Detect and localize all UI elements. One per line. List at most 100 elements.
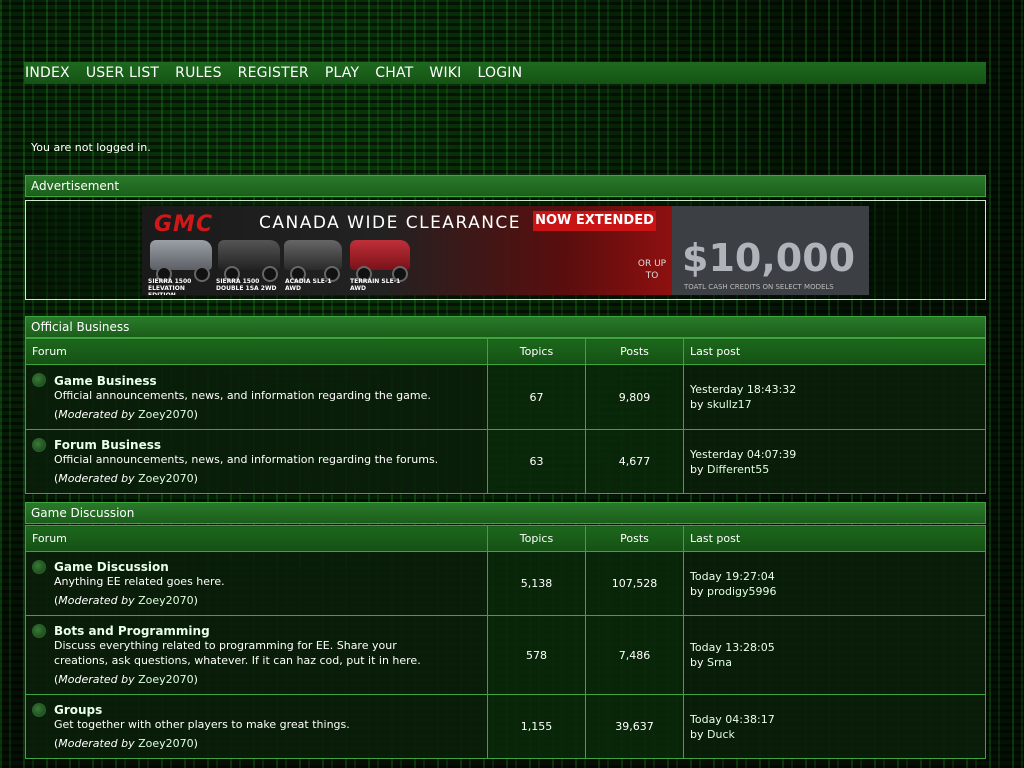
forum-description: Official announcements, news, and inform… — [54, 388, 431, 402]
topics-count: 1,155 — [487, 694, 586, 759]
last-post-date-link[interactable]: Today 13:28:05 — [690, 641, 775, 654]
table-row: Groups Get together with other players t… — [25, 694, 986, 759]
forum-moderators: (Moderated by Zoey2070) — [54, 407, 198, 421]
forum-info: Groups Get together with other players t… — [25, 694, 488, 759]
last-post-user-link[interactable]: skullz17 — [707, 398, 752, 411]
ad-or-up-to: OR UP TO — [637, 259, 667, 281]
ad-amount: $10,000 — [682, 236, 856, 280]
ad-brand-logo: GMC — [154, 212, 214, 237]
forum-name-link[interactable]: Game Discussion — [54, 560, 481, 574]
last-post-date-link[interactable]: Yesterday 18:43:32 — [690, 383, 796, 396]
nav-register[interactable]: REGISTER — [238, 65, 309, 81]
last-post-date-link[interactable]: Today 04:38:17 — [690, 713, 775, 726]
last-post-cell: Today 19:27:04 by prodigy5996 — [683, 551, 986, 616]
ad-model-label: ACADIA SLE-1 AWD — [285, 278, 332, 292]
section-header-official-business: Official Business — [25, 316, 986, 338]
forum-table-official-business: Forum Topics Posts Last post Game Busine… — [25, 338, 986, 494]
ad-model-label: TERRAIN SLE-1 AWD — [350, 278, 401, 292]
table-row: Game Discussion Anything EE related goes… — [25, 551, 986, 616]
last-post-cell: Yesterday 18:43:32 by skullz17 — [683, 364, 986, 430]
forum-moderators: (Moderated by Zoey2070) — [54, 472, 198, 485]
forum-description: Get together with other players to make … — [54, 718, 350, 731]
forum-description: Discuss everything related to programmin… — [54, 639, 421, 667]
posts-count: 107,528 — [585, 551, 684, 616]
forum-status-icon — [32, 624, 46, 638]
last-post-user-link[interactable]: prodigy5996 — [707, 585, 777, 598]
forum-table-game-discussion: Forum Topics Posts Last post Game Discus… — [25, 525, 986, 759]
forum-moderators: (Moderated by Zoey2070) — [54, 673, 198, 686]
column-forum: Forum — [25, 525, 488, 552]
last-post-by-label: by — [690, 727, 704, 741]
topics-count: 67 — [487, 364, 586, 430]
topics-count: 63 — [487, 429, 586, 494]
ad-badge: NOW EXTENDED — [533, 211, 656, 231]
moderator-link[interactable]: Zoey2070 — [138, 673, 194, 686]
topics-count: 5,138 — [487, 551, 586, 616]
last-post-user-link[interactable]: Srna — [707, 656, 732, 669]
moderated-by-label: Moderated by — [58, 472, 135, 485]
posts-count: 4,677 — [585, 429, 684, 494]
posts-count: 7,486 — [585, 615, 684, 695]
column-last-post: Last post — [683, 525, 986, 552]
posts-count: 9,809 — [585, 364, 684, 430]
last-post-by-label: by — [690, 656, 704, 669]
last-post-by-label: by — [690, 398, 704, 411]
nav-login[interactable]: LOGIN — [478, 65, 523, 81]
column-posts: Posts — [585, 525, 684, 552]
nav-rules[interactable]: RULES — [175, 65, 222, 81]
moderator-link[interactable]: Zoey2070 — [138, 737, 194, 750]
nav-chat[interactable]: CHAT — [375, 65, 413, 81]
login-status: You are not logged in. — [31, 141, 151, 154]
forum-moderators: (Moderated by Zoey2070) — [54, 737, 198, 750]
ad-banner[interactable]: GMC CANADA WIDE CLEARANCE NOW EXTENDED S… — [142, 206, 869, 295]
main-nav: INDEX USER LIST RULES REGISTER PLAY CHAT… — [24, 62, 986, 84]
forum-status-icon — [32, 703, 46, 717]
forum-status-icon — [32, 373, 46, 387]
forum-info: Bots and Programming Discuss everything … — [25, 615, 488, 695]
last-post-by-label: by — [690, 584, 704, 598]
forum-name-link[interactable]: Game Business — [54, 374, 481, 388]
column-posts: Posts — [585, 338, 684, 365]
nav-wiki[interactable]: WIKI — [429, 65, 461, 81]
forum-status-icon — [32, 560, 46, 574]
column-forum: Forum — [25, 338, 488, 365]
forum-name-link[interactable]: Forum Business — [54, 438, 481, 452]
last-post-cell: Today 04:38:17 by Duck — [683, 694, 986, 759]
last-post-user-link[interactable]: Different55 — [707, 463, 769, 476]
ad-fine-print: TOATL CASH CREDITS ON SELECT MODELS — [684, 283, 834, 291]
topics-count: 578 — [487, 615, 586, 695]
moderator-link[interactable]: Zoey2070 — [138, 472, 194, 485]
forum-moderators: (Moderated by Zoey2070) — [54, 594, 198, 607]
forum-description: Anything EE related goes here. — [54, 575, 225, 588]
last-post-cell: Today 13:28:05 by Srna — [683, 615, 986, 695]
moderated-by-label: Moderated by — [58, 407, 135, 421]
nav-user-list[interactable]: USER LIST — [86, 65, 159, 81]
forum-info: Forum Business Official announcements, n… — [25, 429, 488, 494]
column-topics: Topics — [487, 525, 586, 552]
table-row: Game Business Official announcements, ne… — [25, 364, 986, 430]
advertisement-box: GMC CANADA WIDE CLEARANCE NOW EXTENDED S… — [25, 200, 986, 300]
last-post-user-link[interactable]: Duck — [707, 728, 735, 741]
section-header-game-discussion: Game Discussion — [25, 502, 986, 524]
last-post-cell: Yesterday 04:07:39 by Different55 — [683, 429, 986, 494]
forum-status-icon — [32, 438, 46, 452]
last-post-date-link[interactable]: Yesterday 04:07:39 — [690, 448, 796, 461]
column-last-post: Last post — [683, 338, 986, 365]
last-post-date-link[interactable]: Today 19:27:04 — [690, 570, 775, 583]
nav-play[interactable]: PLAY — [325, 65, 359, 81]
moderator-link[interactable]: Zoey2070 — [138, 594, 194, 607]
forum-description: Official announcements, news, and inform… — [54, 453, 439, 466]
ad-headline: CANADA WIDE CLEARANCE — [259, 213, 522, 233]
moderator-link[interactable]: Zoey2070 — [138, 408, 194, 421]
forum-info: Game Business Official announcements, ne… — [25, 364, 488, 430]
nav-index[interactable]: INDEX — [25, 65, 70, 81]
forum-name-link[interactable]: Bots and Programming — [54, 624, 481, 638]
moderated-by-label: Moderated by — [58, 673, 135, 686]
table-row: Forum Business Official announcements, n… — [25, 429, 986, 494]
forum-info: Game Discussion Anything EE related goes… — [25, 551, 488, 616]
forum-name-link[interactable]: Groups — [54, 703, 481, 717]
last-post-by-label: by — [690, 462, 704, 476]
column-topics: Topics — [487, 338, 586, 365]
table-row: Bots and Programming Discuss everything … — [25, 615, 986, 695]
moderated-by-label: Moderated by — [58, 737, 135, 750]
